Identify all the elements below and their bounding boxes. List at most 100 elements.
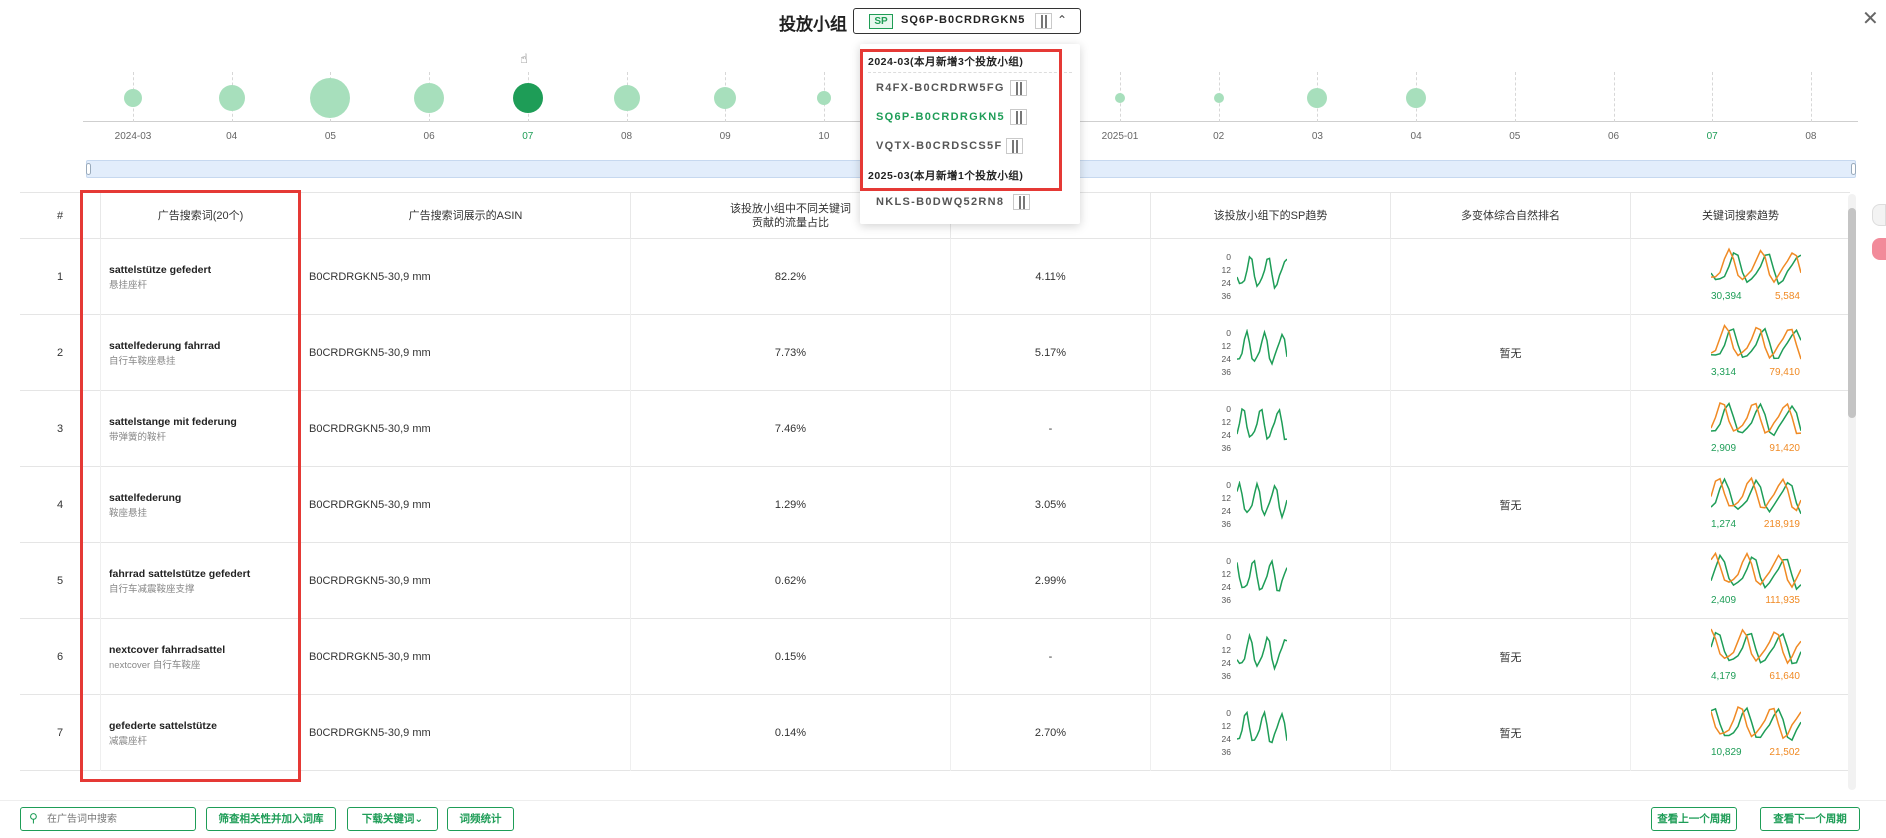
timeline-label[interactable]: 09: [695, 131, 755, 142]
sp-trend-axis: 0 12 24 36: [1211, 707, 1231, 759]
asin-cell: B0CRDRGKN5-30,9 mm: [300, 695, 630, 771]
timeline-period-dot[interactable]: [310, 78, 351, 118]
sp-trend-sparkline: [1237, 329, 1287, 366]
timeline-label[interactable]: 05: [1485, 131, 1545, 142]
col-header-sp-trend: 该投放小组下的SP趋势: [1150, 193, 1390, 239]
search-trend-cell[interactable]: 2,909 91,420: [1630, 391, 1850, 467]
timeline-label[interactable]: 08: [597, 131, 657, 142]
search-volume-green: 2,909: [1711, 443, 1737, 454]
timeline-period-dot[interactable]: [1213, 93, 1224, 103]
side-assistant-icon[interactable]: [1872, 238, 1886, 260]
rank-cell: 暂无: [1390, 695, 1630, 771]
timeline-period-dot[interactable]: [816, 91, 831, 105]
keyword-search-box[interactable]: ⚲: [20, 807, 196, 831]
timeline-label[interactable]: 02: [1189, 131, 1249, 142]
search-trend-cell[interactable]: 10,829 21,502: [1630, 695, 1850, 771]
sp-axis-label: 36: [1221, 367, 1231, 377]
timeline-period-dot[interactable]: [613, 85, 640, 111]
traffic-share-cell: 0.62%: [630, 543, 950, 619]
search-volume-orange: 111,935: [1765, 595, 1800, 606]
search-trend-cell[interactable]: 3,314 79,410: [1630, 315, 1850, 391]
sp-axis-label: 24: [1221, 278, 1231, 288]
sp-axis-label: 36: [1221, 443, 1231, 453]
sp-badge: SP: [869, 14, 893, 29]
slider-handle-left[interactable]: [86, 163, 91, 175]
col5-cell: -: [950, 619, 1150, 695]
search-trend-cell[interactable]: 4,179 61,640: [1630, 619, 1850, 695]
timeline-period-dot[interactable]: [1307, 88, 1328, 108]
dropdown-item-nkls[interactable]: NKLS-B0DWQ52RN8: [876, 196, 1004, 208]
timeline-label[interactable]: 03: [1287, 131, 1347, 142]
sp-trend-sparkline: [1237, 558, 1287, 592]
rank-cell: 暂无: [1390, 619, 1630, 695]
selected-group-value: SQ6P-B0CRDRGKN5: [901, 14, 1026, 26]
filter-add-to-library-button[interactable]: 筛查相关性并加入词库: [206, 807, 336, 831]
keyword-search-input[interactable]: [47, 811, 187, 827]
timeline-period-dot[interactable]: [124, 89, 142, 107]
sp-axis-label: 12: [1221, 645, 1231, 655]
search-volume-orange: 61,640: [1769, 671, 1800, 682]
sp-axis-label: 36: [1221, 519, 1231, 529]
search-volume-orange: 5,584: [1774, 291, 1800, 302]
timeline-label[interactable]: 04: [1386, 131, 1446, 142]
sp-trend-axis: 0 12 24 36: [1211, 479, 1231, 531]
group-select[interactable]: SP SQ6P-B0CRDRGKN5 ⌃: [853, 8, 1081, 34]
timeline-label[interactable]: 06: [1584, 131, 1644, 142]
download-keywords-button[interactable]: 下载关键词⌄: [347, 807, 438, 831]
close-icon[interactable]: ✕: [1862, 6, 1879, 31]
timeline-label[interactable]: 05: [300, 131, 360, 142]
chevron-up-icon[interactable]: ⌃: [1057, 13, 1067, 27]
asin-cell: B0CRDRGKN5-30,9 mm: [300, 543, 630, 619]
timeline-label[interactable]: 07: [1682, 131, 1742, 142]
timeline-label[interactable]: 2025-01: [1090, 131, 1150, 142]
timeline-label[interactable]: 06: [399, 131, 459, 142]
rank-cell: 暂无: [1390, 315, 1630, 391]
timeline-period-dot[interactable]: [1406, 88, 1427, 108]
sp-trend-cell: 0 12 24 36: [1150, 619, 1390, 695]
timeline-period-dot[interactable]: [1115, 93, 1125, 103]
sp-axis-label: 36: [1221, 671, 1231, 681]
slider-handle-right[interactable]: [1851, 163, 1856, 175]
sp-trend-axis: 0 12 24 36: [1211, 251, 1231, 303]
sp-trend-axis: 0 12 24 36: [1211, 631, 1231, 683]
search-trend-cell[interactable]: 2,409 111,935: [1630, 543, 1850, 619]
sp-axis-label: 0: [1226, 556, 1231, 566]
timeline-label[interactable]: 08: [1781, 131, 1841, 142]
timeline-period-dot[interactable]: [512, 83, 543, 113]
asin-cell: B0CRDRGKN5-30,9 mm: [300, 391, 630, 467]
product-thumbnail-icon: [1013, 193, 1031, 211]
sp-axis-label: 12: [1221, 265, 1231, 275]
previous-period-button[interactable]: 查看上一个周期: [1651, 807, 1737, 831]
sp-trend-cell: 0 12 24 36: [1150, 695, 1390, 771]
timeline-label[interactable]: 04: [202, 131, 262, 142]
sp-axis-label: 24: [1221, 734, 1231, 744]
word-frequency-button[interactable]: 词频统计: [447, 807, 514, 831]
search-volume-green: 3,314: [1711, 367, 1737, 378]
sp-trend-axis: 0 12 24 36: [1211, 327, 1231, 379]
timeline-period-dot[interactable]: [218, 85, 245, 111]
timeline-period-dot[interactable]: [414, 83, 445, 113]
sp-axis-label: 12: [1221, 417, 1231, 427]
chevron-down-icon: ⌄: [414, 813, 424, 825]
timeline-label[interactable]: 07: [498, 131, 558, 142]
col5-cell: 3.05%: [950, 467, 1150, 543]
sp-trend-sparkline: [1237, 709, 1287, 744]
side-tool-icon[interactable]: [1872, 204, 1886, 226]
timeline-tick: [1712, 72, 1714, 122]
search-trend-cell[interactable]: 30,394 5,584: [1630, 239, 1850, 315]
sp-trend-sparkline: [1237, 407, 1287, 441]
sp-axis-label: 36: [1221, 747, 1231, 757]
rank-cell: [1390, 391, 1630, 467]
traffic-share-cell: 0.15%: [630, 619, 950, 695]
search-trend-orange-line: [1711, 247, 1801, 284]
timeline-tick: [1613, 72, 1615, 122]
scrollbar-thumb[interactable]: [1848, 208, 1856, 418]
search-trend-cell[interactable]: 1,274 218,919: [1630, 467, 1850, 543]
next-period-button[interactable]: 查看下一个周期: [1760, 807, 1860, 831]
table-scrollbar[interactable]: [1848, 194, 1856, 790]
timeline-period-dot[interactable]: [714, 87, 737, 109]
pointer-cursor-icon: ☝: [520, 51, 528, 66]
col-header-share-line2: 贡献的流量占比: [752, 217, 829, 229]
timeline-label[interactable]: 2024-03: [103, 131, 163, 142]
timeline-label[interactable]: 10: [794, 131, 854, 142]
